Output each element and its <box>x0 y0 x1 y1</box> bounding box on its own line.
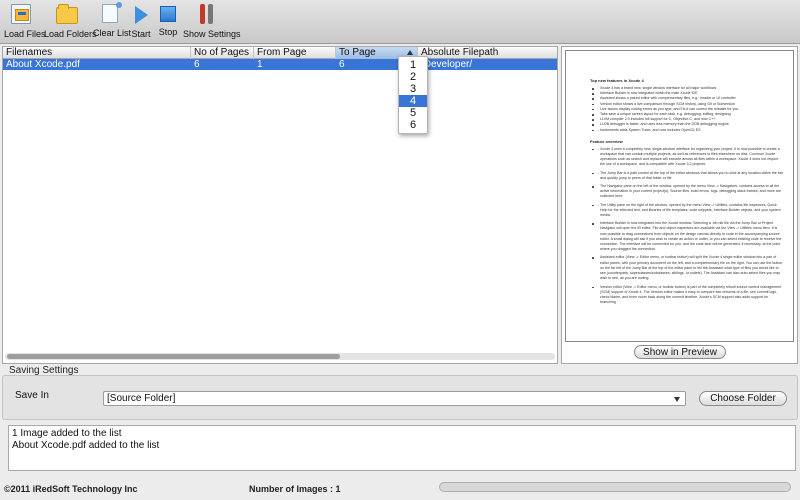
to-page-option-2[interactable]: 2 <box>399 71 427 83</box>
chevron-down-icon <box>674 397 680 402</box>
preview-item: The Utility pane on the right of the win… <box>590 203 783 219</box>
preview-item: The Jump Bar is a path control at the to… <box>590 171 783 181</box>
cell-to-page[interactable]: 6 <box>336 59 345 70</box>
preview-item: The Navigator pane on the left of the wi… <box>590 184 783 200</box>
scrollbar-thumb[interactable] <box>7 354 340 359</box>
column-header-no-of-pages[interactable]: No of Pages <box>191 47 254 59</box>
page-preview: Top new features in Xcode 4 Xcode 4 has … <box>565 50 794 342</box>
stop-button[interactable]: Stop <box>158 4 178 42</box>
stop-icon <box>160 6 176 22</box>
preview-item: Assistant editor (View -> Editor menu, o… <box>590 255 783 281</box>
preview-list-1: Xcode 4 has a brand new, single window i… <box>590 86 783 133</box>
preview-item: Interface Builder is now integrated into… <box>590 221 783 252</box>
preview-heading: Feature overview <box>590 138 623 144</box>
log-line: About Xcode.pdf added to the list <box>12 440 160 451</box>
load-folders-button[interactable]: Load Folders <box>44 4 97 42</box>
clear-list-button[interactable]: Clear List <box>93 2 132 42</box>
start-button[interactable]: Start <box>131 4 151 42</box>
table-header: Filenames No of Pages From Page To Page … <box>3 47 557 59</box>
to-page-menu: 1 2 3 4 5 6 <box>398 56 428 134</box>
load-files-label: Load Files <box>4 29 46 39</box>
preview-item: Version editor (View -> Editor menu, or … <box>590 285 783 306</box>
sort-ascending-icon <box>407 50 413 55</box>
copyright-text: ©2011 iRedSoft Technology Inc <box>4 484 138 494</box>
load-files-icon <box>11 4 31 24</box>
column-header-from-page[interactable]: From Page <box>254 47 336 59</box>
log-area[interactable]: 1 Image added to the list About Xcode.pd… <box>8 425 796 471</box>
stop-label: Stop <box>158 27 178 37</box>
save-in-label: Save In <box>15 390 49 401</box>
cell-filename: About Xcode.pdf <box>6 59 80 70</box>
log-line: 1 Image added to the list <box>12 428 122 439</box>
preview-item: Instruments adds System Trace, and now i… <box>590 128 783 133</box>
show-in-preview-button[interactable]: Show in Preview <box>634 345 726 359</box>
clear-list-label: Clear List <box>93 28 132 38</box>
preview-item: Xcode 4 uses a completely new, single-wi… <box>590 147 783 168</box>
save-folder-select[interactable]: [Source Folder] <box>103 391 686 406</box>
preview-panel: Top new features in Xcode 4 Xcode 4 has … <box>561 46 798 364</box>
to-page-option-4[interactable]: 4 <box>399 95 427 107</box>
table-row[interactable]: About Xcode.pdf 6 1 6 /Developer/ <box>3 59 557 70</box>
cell-pages: 6 <box>194 59 200 70</box>
start-label: Start <box>131 29 151 39</box>
to-page-option-6[interactable]: 6 <box>399 119 427 131</box>
clear-list-icon <box>102 2 122 23</box>
to-page-header-label: To Page <box>339 47 376 58</box>
file-table: Filenames No of Pages From Page To Page … <box>2 46 558 364</box>
column-header-filepath[interactable]: Absolute Filepath <box>418 47 557 59</box>
preview-list-2: Xcode 4 uses a completely new, single-wi… <box>590 147 783 305</box>
load-files-button[interactable]: Load Files <box>4 4 46 42</box>
show-settings-label: Show Settings <box>183 29 241 39</box>
save-folder-value: [Source Folder] <box>107 393 176 404</box>
horizontal-scrollbar[interactable] <box>5 353 555 360</box>
to-page-option-5[interactable]: 5 <box>399 107 427 119</box>
preview-heading: Top new features in Xcode 4 <box>590 78 644 83</box>
show-settings-button[interactable]: Show Settings <box>183 4 241 42</box>
folder-icon <box>56 4 78 24</box>
choose-folder-button[interactable]: Choose Folder <box>699 391 787 406</box>
toolbar: Load Files Load Folders Clear List Start… <box>0 0 800 44</box>
tools-icon <box>198 4 216 24</box>
play-icon <box>134 6 148 24</box>
progress-bar <box>439 482 791 492</box>
to-page-option-1[interactable]: 1 <box>399 59 427 71</box>
cell-from-page[interactable]: 1 <box>254 59 263 70</box>
image-count: Number of Images : 1 <box>249 484 341 494</box>
load-folders-label: Load Folders <box>44 29 97 39</box>
to-page-option-3[interactable]: 3 <box>399 83 427 95</box>
column-header-filenames[interactable]: Filenames <box>3 47 191 59</box>
